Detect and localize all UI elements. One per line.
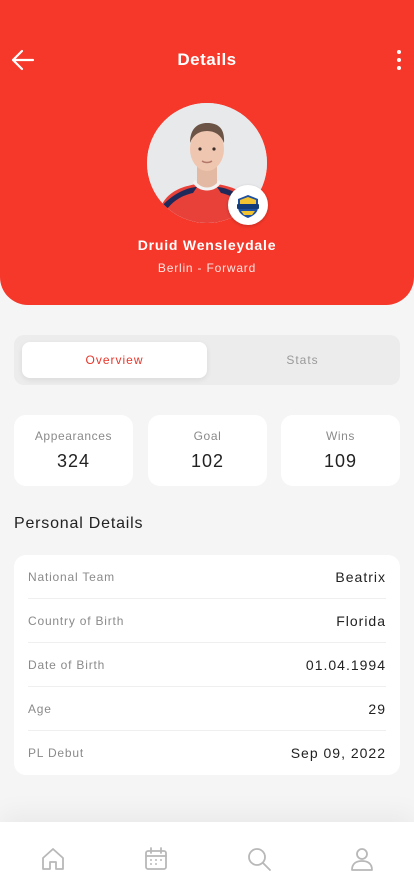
nav-calendar-button[interactable] bbox=[143, 846, 169, 872]
detail-row-pl-debut: PL Debut Sep 09, 2022 bbox=[28, 731, 386, 775]
nav-search-button[interactable] bbox=[246, 846, 272, 872]
detail-value: Sep 09, 2022 bbox=[290, 745, 386, 761]
calendar-icon bbox=[145, 847, 167, 870]
page-title: Details bbox=[177, 50, 237, 69]
tab-overview[interactable]: Overview bbox=[22, 342, 207, 378]
stat-label: Appearances bbox=[34, 429, 113, 443]
stat-card-appearances: Appearances 324 bbox=[14, 415, 133, 486]
personal-details-card: National Team Beatrix Country of Birth F… bbox=[14, 555, 400, 775]
detail-row-country-of-birth: Country of Birth Florida bbox=[28, 599, 386, 643]
search-icon bbox=[248, 848, 271, 871]
detail-value: Florida bbox=[336, 612, 386, 629]
detail-row-age: Age 29 bbox=[28, 687, 386, 731]
tab-stats[interactable]: Stats bbox=[210, 342, 395, 378]
detail-value: Beatrix bbox=[335, 568, 386, 585]
stat-value: 324 bbox=[56, 451, 91, 471]
detail-label: Country of Birth bbox=[28, 613, 125, 628]
detail-label: Date of Birth bbox=[28, 657, 106, 672]
nav-profile-button[interactable] bbox=[349, 846, 375, 872]
user-icon bbox=[351, 848, 373, 871]
detail-row-national-team: National Team Beatrix bbox=[28, 555, 386, 599]
player-subtitle: Berlin - Forward bbox=[157, 261, 257, 275]
nav-home-button[interactable] bbox=[40, 846, 66, 872]
detail-row-date-of-birth: Date of Birth 01.04.1994 bbox=[28, 643, 386, 687]
section-title-personal-details: Personal Details bbox=[14, 515, 144, 532]
detail-value: 29 bbox=[368, 700, 386, 717]
detail-label: Age bbox=[28, 701, 52, 716]
bottom-navigation bbox=[0, 822, 414, 896]
more-vertical-icon bbox=[397, 50, 401, 54]
club-badge-icon bbox=[228, 185, 268, 225]
home-icon bbox=[42, 848, 64, 870]
stat-label: Wins bbox=[325, 429, 356, 443]
profile-header: Details Druid Wensleydale Berlin - Forwa… bbox=[0, 0, 414, 305]
more-options-button[interactable] bbox=[394, 48, 404, 72]
detail-label: National Team bbox=[28, 569, 115, 584]
detail-value: 01.04.1994 bbox=[305, 656, 386, 673]
stat-value: 109 bbox=[323, 451, 358, 471]
stat-value: 102 bbox=[190, 451, 225, 471]
detail-label: PL Debut bbox=[28, 746, 84, 760]
stat-label: Goal bbox=[193, 429, 222, 443]
player-name: Druid Wensleydale bbox=[137, 237, 277, 253]
stat-card-goal: Goal 102 bbox=[148, 415, 267, 486]
tab-bar: Overview Stats bbox=[14, 335, 400, 385]
stat-card-wins: Wins 109 bbox=[281, 415, 400, 486]
